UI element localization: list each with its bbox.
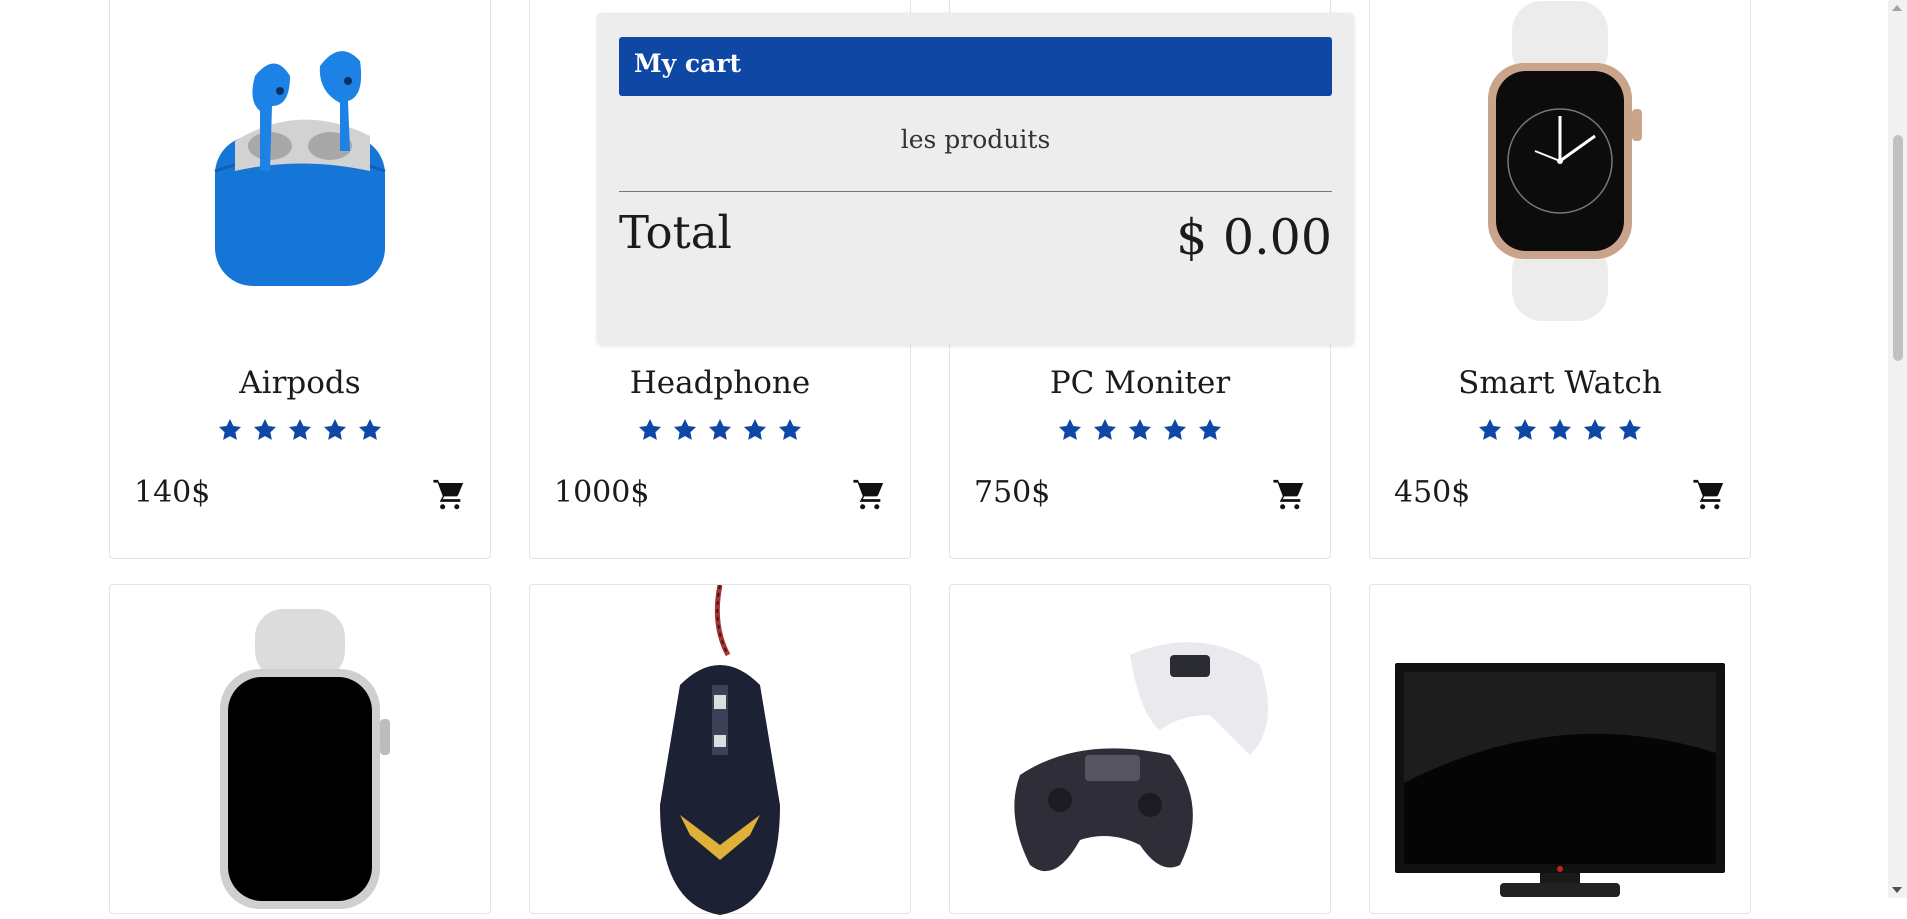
product-price: 450$: [1394, 475, 1471, 510]
game-controllers-image: [950, 615, 1330, 895]
product-card-controllers[interactable]: [949, 584, 1331, 914]
smartwatch-image: [1370, 1, 1750, 321]
cart-total-label: Total: [619, 206, 732, 259]
scroll-up-arrow-icon[interactable]: [1892, 5, 1902, 11]
rating-stars: [1370, 417, 1750, 443]
star-icon: [672, 417, 698, 443]
star-icon: [742, 417, 768, 443]
star-icon: [1617, 417, 1643, 443]
star-icon: [1197, 417, 1223, 443]
product-price: 750$: [974, 475, 1051, 510]
star-icon: [322, 417, 348, 443]
cart-panel: My cart les produits Total $ 0.00: [597, 13, 1354, 345]
smartwatch-white-image: [110, 609, 490, 919]
rating-stars: [530, 417, 910, 443]
television-image: [1370, 663, 1750, 903]
star-icon: [217, 417, 243, 443]
product-name: PC Moniter: [1049, 365, 1231, 401]
star-icon: [637, 417, 663, 443]
star-icon: [1512, 417, 1538, 443]
cart-title: My cart: [634, 49, 742, 78]
star-icon: [1127, 417, 1153, 443]
add-to-cart-icon[interactable]: [1272, 477, 1306, 511]
add-to-cart-icon[interactable]: [852, 477, 886, 511]
product-card-television[interactable]: [1369, 584, 1751, 914]
add-to-cart-icon[interactable]: [1692, 477, 1726, 511]
cart-header: My cart: [619, 37, 1332, 96]
product-name: Headphone: [629, 365, 811, 401]
star-icon: [1582, 417, 1608, 443]
product-card-smart-watch[interactable]: Smart Watch 450$: [1369, 0, 1751, 559]
cart-products-label: les produits: [900, 125, 1051, 154]
product-card-airpods[interactable]: Airpods 140$: [109, 0, 491, 559]
product-price: 1000$: [554, 475, 650, 510]
rating-stars: [950, 417, 1330, 443]
star-icon: [1092, 417, 1118, 443]
airpods-image: [110, 21, 490, 301]
scroll-down-arrow-icon[interactable]: [1892, 887, 1902, 893]
star-icon: [1547, 417, 1573, 443]
product-card-gaming-mouse[interactable]: [529, 584, 911, 915]
cart-total-value: $ 0.00: [1176, 209, 1332, 266]
product-name: Smart Watch: [1458, 365, 1662, 401]
star-icon: [1162, 417, 1188, 443]
star-icon: [707, 417, 733, 443]
star-icon: [357, 417, 383, 443]
rating-stars: [110, 417, 490, 443]
cart-divider: [619, 191, 1332, 192]
star-icon: [287, 417, 313, 443]
scrollbar-thumb[interactable]: [1893, 135, 1903, 361]
star-icon: [252, 417, 278, 443]
product-price: 140$: [134, 475, 211, 510]
vertical-scrollbar[interactable]: [1888, 0, 1907, 898]
add-to-cart-icon[interactable]: [432, 477, 466, 511]
product-name: Airpods: [239, 365, 361, 401]
gaming-mouse-image: [530, 585, 910, 915]
star-icon: [1477, 417, 1503, 443]
product-card-smartwatch-2[interactable]: [109, 584, 491, 914]
star-icon: [1057, 417, 1083, 443]
star-icon: [777, 417, 803, 443]
